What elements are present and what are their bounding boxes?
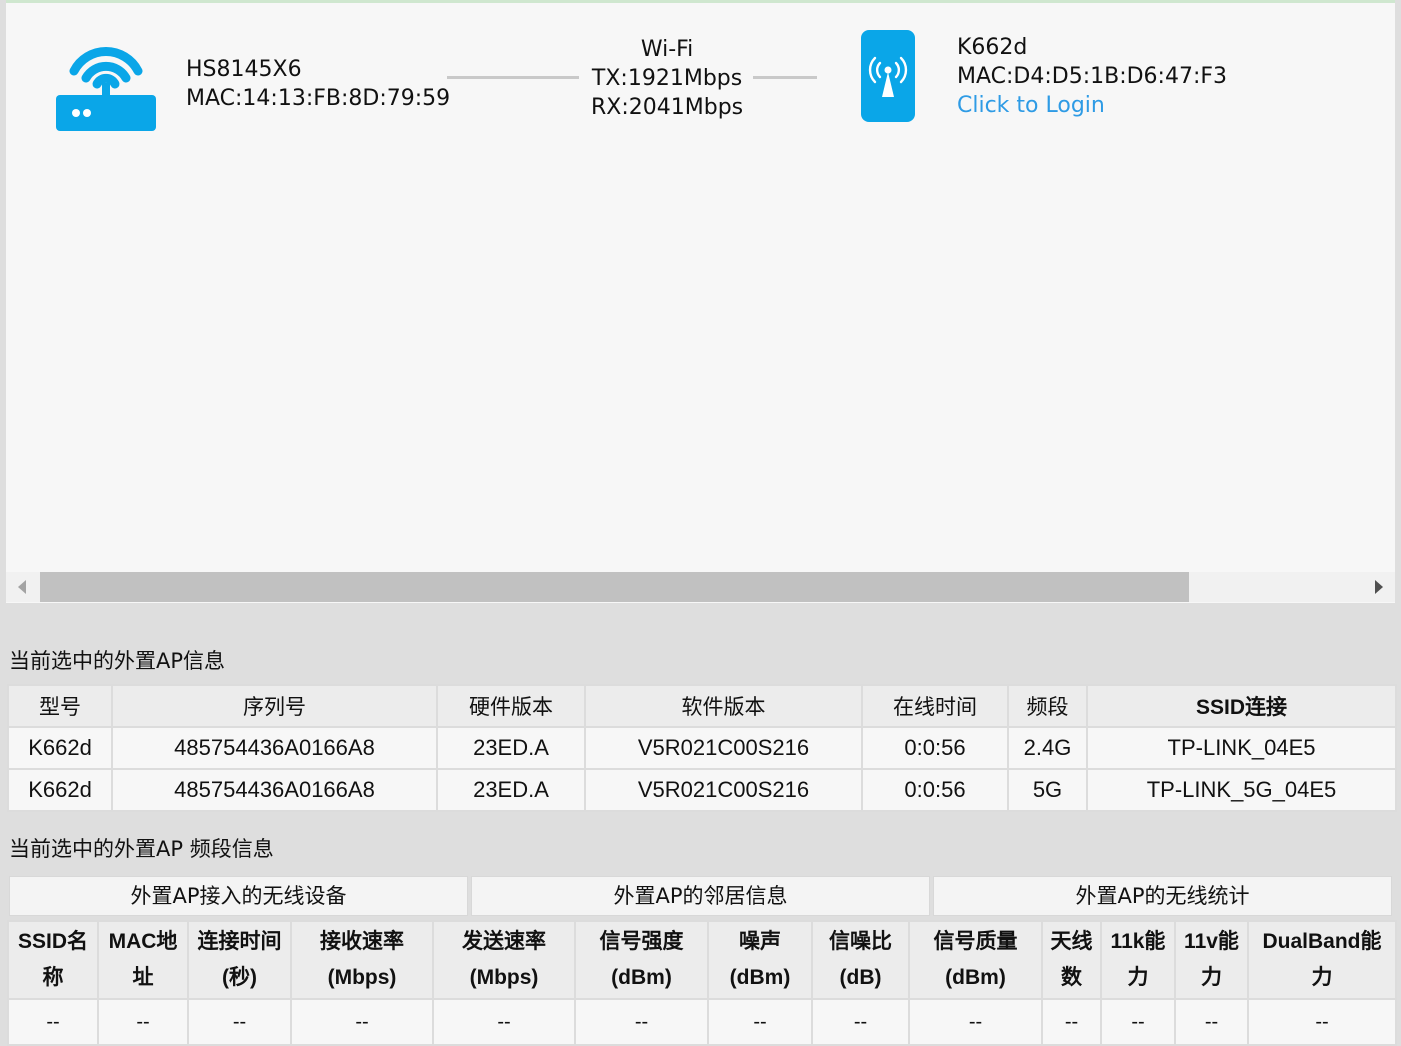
ap-mac: MAC:D4:D5:1B:D6:47:F3 bbox=[957, 64, 1228, 89]
header-antenna-count: 天线数 bbox=[1041, 920, 1102, 1000]
cell-hw-version: 23ED.A bbox=[436, 726, 586, 770]
link-line-right bbox=[753, 76, 817, 79]
link-type: Wi-Fi bbox=[640, 37, 694, 62]
band-info-title: 当前选中的外置AP 频段信息 bbox=[9, 837, 274, 861]
router-icon[interactable] bbox=[54, 31, 158, 133]
topology-panel: HS8145X6 MAC:14:13:FB:8D:79:59 Wi-Fi TX:… bbox=[6, 0, 1395, 603]
table-row: -- -- -- -- -- -- -- -- -- -- -- -- -- bbox=[7, 998, 1397, 1046]
table-row: K662d 485754436A0166A8 23ED.A V5R021C00S… bbox=[7, 726, 1397, 770]
cell-empty: -- bbox=[432, 998, 576, 1046]
tab-neighbor-info[interactable]: 外置AP的邻居信息 bbox=[471, 876, 930, 916]
wireless-devices-table: SSID名称 MAC地址 连接时间 (秒) 接收速率 (Mbps) 发送速率 (Mbp… bbox=[7, 920, 1397, 1046]
cell-empty: -- bbox=[1100, 998, 1176, 1046]
cell-ssid: TP-LINK_04E5 bbox=[1086, 726, 1397, 770]
cell-band: 5G bbox=[1007, 768, 1088, 812]
header-tx-rate: 发送速率 (Mbps) bbox=[432, 920, 576, 1000]
cell-serial: 485754436A0166A8 bbox=[111, 768, 438, 812]
header-connect-time: 连接时间 (秒) bbox=[187, 920, 292, 1000]
header-model: 型号 bbox=[7, 684, 113, 728]
ap-info-table: 型号 序列号 硬件版本 软件版本 在线时间 频段 SSID连接 K662d 48… bbox=[7, 684, 1397, 812]
table-header-row: 型号 序列号 硬件版本 软件版本 在线时间 频段 SSID连接 bbox=[7, 684, 1397, 728]
cell-model: K662d bbox=[7, 726, 113, 770]
cell-band: 2.4G bbox=[1007, 726, 1088, 770]
scrollbar-thumb[interactable] bbox=[40, 572, 1189, 602]
access-point-icon[interactable] bbox=[861, 30, 915, 122]
scroll-right-icon[interactable] bbox=[1375, 580, 1383, 594]
ap-info: K662d MAC:D4:D5:1B:D6:47:F3 Click to Log… bbox=[957, 33, 1227, 120]
header-snr: 信噪比 (dB) bbox=[811, 920, 910, 1000]
header-ssid-name: SSID名称 bbox=[7, 920, 99, 1000]
cell-empty: -- bbox=[1041, 998, 1102, 1046]
link-tx: TX:1921Mbps bbox=[591, 66, 743, 91]
header-noise: 噪声 (dBm) bbox=[707, 920, 813, 1000]
ap-info-title: 当前选中的外置AP信息 bbox=[9, 649, 226, 673]
header-band: 频段 bbox=[1007, 684, 1088, 728]
header-serial: 序列号 bbox=[111, 684, 438, 728]
cell-empty: -- bbox=[707, 998, 813, 1046]
tab-wireless-stats[interactable]: 外置AP的无线统计 bbox=[933, 876, 1392, 916]
click-to-login-link[interactable]: Click to Login bbox=[957, 91, 1227, 120]
cell-empty: -- bbox=[97, 998, 189, 1046]
gateway-info: HS8145X6 MAC:14:13:FB:8D:79:59 bbox=[186, 55, 450, 113]
table-row: K662d 485754436A0166A8 23ED.A V5R021C00S… bbox=[7, 768, 1397, 812]
cell-sw-version: V5R021C00S216 bbox=[584, 768, 863, 812]
header-dualband: DualBand能力 bbox=[1247, 920, 1397, 1000]
header-ssid: SSID连接 bbox=[1086, 684, 1397, 728]
header-11k: 11k能力 bbox=[1100, 920, 1176, 1000]
header-hw-version: 硬件版本 bbox=[436, 684, 586, 728]
header-sw-version: 软件版本 bbox=[584, 684, 863, 728]
cell-empty: -- bbox=[908, 998, 1043, 1046]
header-rx-rate: 接收速率 (Mbps) bbox=[290, 920, 434, 1000]
cell-empty: -- bbox=[1247, 998, 1397, 1046]
link-rx: RX:2041Mbps bbox=[591, 95, 744, 120]
cell-online-time: 0:0:56 bbox=[861, 726, 1009, 770]
scroll-left-icon[interactable] bbox=[18, 580, 26, 594]
ap-model: K662d bbox=[957, 35, 1028, 60]
cell-empty: -- bbox=[574, 998, 709, 1046]
cell-ssid: TP-LINK_5G_04E5 bbox=[1086, 768, 1397, 812]
header-signal-strength: 信号强度 (dBm) bbox=[574, 920, 709, 1000]
cell-hw-version: 23ED.A bbox=[436, 768, 586, 812]
cell-empty: -- bbox=[811, 998, 910, 1046]
gateway-model: HS8145X6 bbox=[186, 57, 302, 82]
cell-online-time: 0:0:56 bbox=[861, 768, 1009, 812]
link-line-left bbox=[447, 76, 579, 79]
header-mac-address: MAC地址 bbox=[97, 920, 189, 1000]
cell-empty: -- bbox=[290, 998, 434, 1046]
cell-empty: -- bbox=[187, 998, 292, 1046]
horizontal-scrollbar[interactable] bbox=[6, 572, 1395, 602]
link-info: Wi-Fi TX:1921Mbps RX:2041Mbps bbox=[591, 35, 743, 122]
tab-wireless-devices[interactable]: 外置AP接入的无线设备 bbox=[9, 876, 468, 916]
cell-sw-version: V5R021C00S216 bbox=[584, 726, 863, 770]
cell-serial: 485754436A0166A8 bbox=[111, 726, 438, 770]
table-header-row: SSID名称 MAC地址 连接时间 (秒) 接收速率 (Mbps) 发送速率 (Mbp… bbox=[7, 920, 1397, 1000]
gateway-mac: MAC:14:13:FB:8D:79:59 bbox=[186, 86, 451, 111]
cell-model: K662d bbox=[7, 768, 113, 812]
header-signal-quality: 信号质量 (dBm) bbox=[908, 920, 1043, 1000]
header-online-time: 在线时间 bbox=[861, 684, 1009, 728]
cell-empty: -- bbox=[7, 998, 99, 1046]
header-11v: 11v能力 bbox=[1174, 920, 1249, 1000]
cell-empty: -- bbox=[1174, 998, 1249, 1046]
